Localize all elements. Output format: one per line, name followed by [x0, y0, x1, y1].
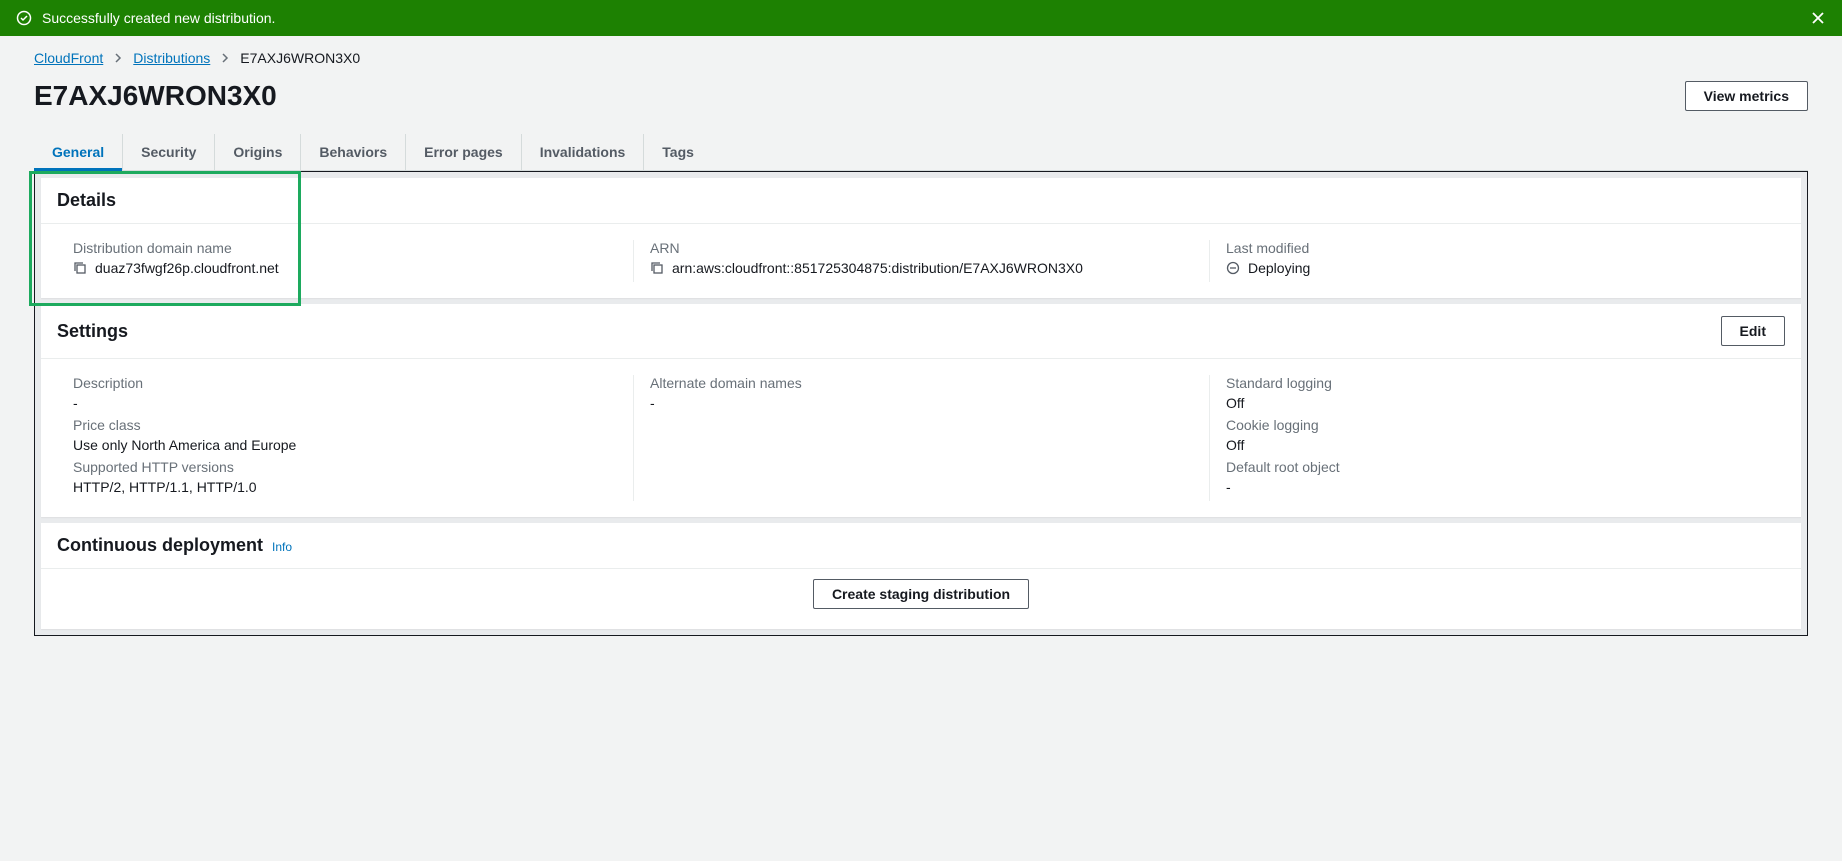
tab-security[interactable]: Security — [123, 134, 215, 170]
domain-name-value: duaz73fwgf26p.cloudfront.net — [95, 260, 279, 276]
copy-icon[interactable] — [650, 261, 664, 275]
breadcrumb-current: E7AXJ6WRON3X0 — [240, 50, 360, 66]
last-modified-label: Last modified — [1226, 240, 1769, 256]
breadcrumb: CloudFront Distributions E7AXJ6WRON3X0 — [34, 50, 1808, 66]
view-metrics-button[interactable]: View metrics — [1685, 81, 1808, 111]
domain-name-label: Distribution domain name — [73, 240, 617, 256]
tab-invalidations[interactable]: Invalidations — [522, 134, 645, 170]
breadcrumb-service[interactable]: CloudFront — [34, 50, 103, 66]
panel-container: Details Distribution domain name duaz73f… — [34, 171, 1808, 636]
close-icon[interactable] — [1810, 10, 1826, 26]
standard-logging-value: Off — [1226, 395, 1769, 411]
check-circle-icon — [16, 10, 32, 26]
settings-card: Settings Edit Description - Price class … — [41, 304, 1801, 517]
continuous-body: Create staging distribution — [41, 569, 1801, 629]
arn-value: arn:aws:cloudfront::851725304875:distrib… — [672, 260, 1083, 276]
price-class-value: Use only North America and Europe — [73, 437, 617, 453]
breadcrumb-section[interactable]: Distributions — [133, 50, 210, 66]
price-class-label: Price class — [73, 417, 617, 433]
create-staging-button[interactable]: Create staging distribution — [813, 579, 1029, 609]
default-root-label: Default root object — [1226, 459, 1769, 475]
tab-behaviors[interactable]: Behaviors — [301, 134, 406, 170]
cookie-logging-label: Cookie logging — [1226, 417, 1769, 433]
standard-logging-label: Standard logging — [1226, 375, 1769, 391]
edit-button[interactable]: Edit — [1721, 316, 1785, 346]
tab-bar: General Security Origins Behaviors Error… — [34, 134, 1808, 171]
page-content: CloudFront Distributions E7AXJ6WRON3X0 E… — [0, 36, 1842, 666]
arn-label: ARN — [650, 240, 1193, 256]
continuous-title-text: Continuous deployment — [57, 535, 263, 555]
deploying-icon — [1226, 261, 1240, 275]
details-title: Details — [57, 190, 116, 211]
settings-body: Description - Price class Use only North… — [41, 359, 1801, 517]
continuous-header: Continuous deployment Info — [41, 523, 1801, 569]
alternate-domains-label: Alternate domain names — [650, 375, 1193, 391]
continuous-title: Continuous deployment Info — [57, 535, 292, 556]
page-title: E7AXJ6WRON3X0 — [34, 80, 277, 112]
banner-message: Successfully created new distribution. — [42, 10, 275, 26]
http-versions-label: Supported HTTP versions — [73, 459, 617, 475]
settings-title: Settings — [57, 321, 128, 342]
details-header: Details — [41, 178, 1801, 224]
settings-header: Settings Edit — [41, 304, 1801, 359]
tab-origins[interactable]: Origins — [215, 134, 301, 170]
tab-error-pages[interactable]: Error pages — [406, 134, 522, 170]
page-header: E7AXJ6WRON3X0 View metrics — [34, 80, 1808, 112]
info-link[interactable]: Info — [272, 540, 292, 554]
chevron-right-icon — [113, 53, 123, 63]
description-label: Description — [73, 375, 617, 391]
tab-tags[interactable]: Tags — [644, 134, 712, 170]
tab-general[interactable]: General — [34, 134, 123, 170]
copy-icon[interactable] — [73, 261, 87, 275]
chevron-right-icon — [220, 53, 230, 63]
last-modified-value: Deploying — [1248, 260, 1310, 276]
alternate-domains-value: - — [650, 395, 1193, 411]
continuous-deployment-card: Continuous deployment Info Create stagin… — [41, 523, 1801, 629]
cookie-logging-value: Off — [1226, 437, 1769, 453]
details-card: Details Distribution domain name duaz73f… — [41, 178, 1801, 298]
details-body: Distribution domain name duaz73fwgf26p.c… — [41, 224, 1801, 298]
success-banner: Successfully created new distribution. — [0, 0, 1842, 36]
default-root-value: - — [1226, 479, 1769, 495]
description-value: - — [73, 395, 617, 411]
http-versions-value: HTTP/2, HTTP/1.1, HTTP/1.0 — [73, 479, 617, 495]
